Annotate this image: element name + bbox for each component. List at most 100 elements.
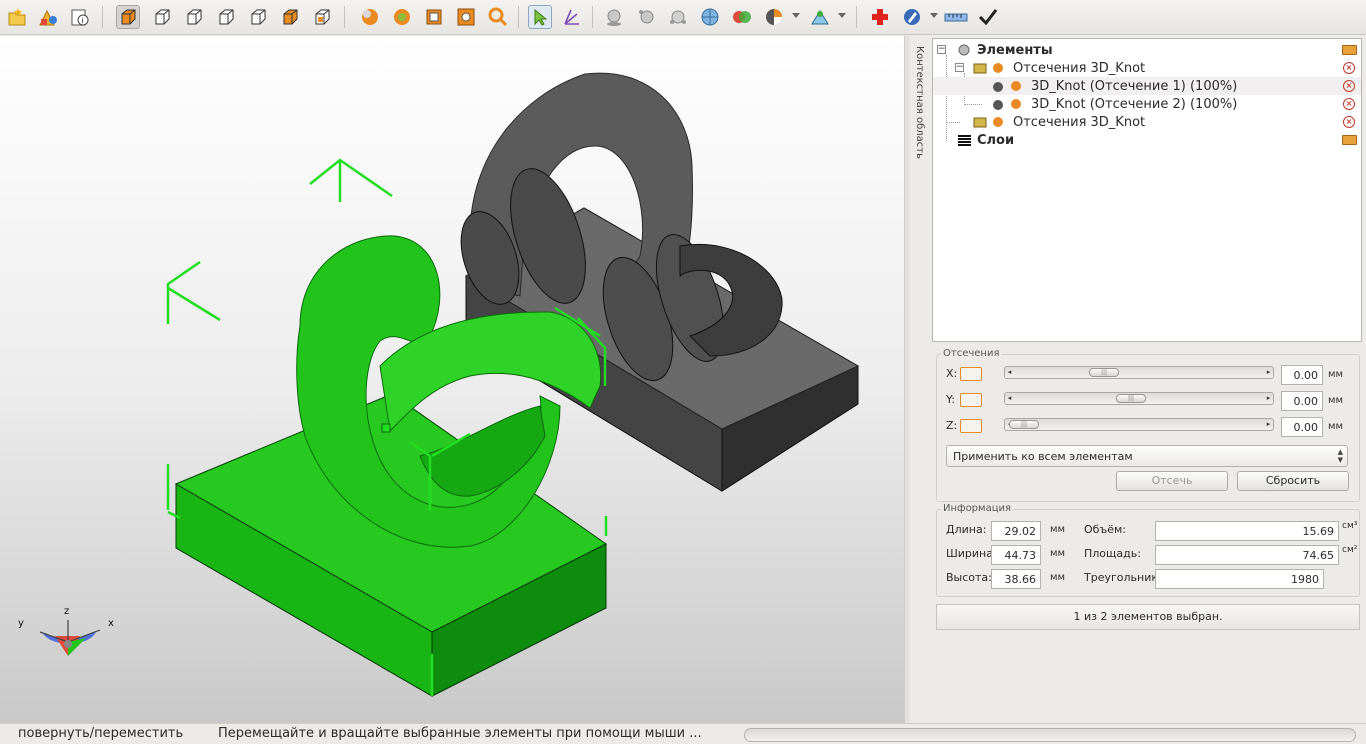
ruler-icon[interactable] xyxy=(944,5,968,29)
pivot-handle[interactable] xyxy=(381,423,391,433)
triangles-label: Треугольники xyxy=(1084,571,1166,584)
slider-left-arrow-icon[interactable]: ◂ xyxy=(1005,367,1014,378)
slider-right-arrow-icon[interactable]: ▸ xyxy=(1264,393,1273,404)
remove-icon[interactable]: × xyxy=(1343,98,1355,110)
group-folder-icon xyxy=(973,115,987,129)
zoom-icon[interactable] xyxy=(486,5,510,29)
smooth-view-icon[interactable] xyxy=(390,5,414,29)
slider-thumb[interactable]: ||| xyxy=(1116,394,1146,403)
elements-tree: − Элементы − Отсечения 3D_Knot × 3D_Knot… xyxy=(932,38,1362,342)
z-slider[interactable]: ◂ ||| ▸ xyxy=(1004,418,1274,431)
elements-icon xyxy=(957,43,971,57)
spheres-icon[interactable] xyxy=(730,5,754,29)
remove-icon[interactable]: × xyxy=(1343,80,1355,92)
right-panel: − Элементы − Отсечения 3D_Knot × 3D_Knot… xyxy=(930,36,1366,723)
light-3-icon[interactable] xyxy=(666,5,690,29)
y-slider[interactable]: ◂ ||| ▸ xyxy=(1004,392,1274,405)
axis-z-label: z xyxy=(64,606,69,617)
tree-item-knot-cut-1[interactable]: 3D_Knot (Отсечение 1) (100%) × xyxy=(933,77,1361,95)
object-info-icon[interactable]: i xyxy=(68,5,92,29)
volume-value: 15.69 xyxy=(1155,521,1339,541)
x-color-swatch[interactable] xyxy=(960,367,982,381)
cuts-group-title: Отсечения xyxy=(941,348,1002,359)
unit-label: мм xyxy=(1050,548,1066,559)
unit-label: мм xyxy=(1050,572,1066,583)
svg-text:i: i xyxy=(82,17,84,25)
remove-icon[interactable]: × xyxy=(1343,116,1355,128)
view-back-icon[interactable] xyxy=(278,5,302,29)
axis-y-label: y xyxy=(18,618,24,629)
slider-thumb[interactable]: ||| xyxy=(1089,368,1119,377)
apply-check-icon[interactable] xyxy=(976,5,1000,29)
y-value-field[interactable]: 0.00 xyxy=(1281,391,1323,411)
globe-icon[interactable] xyxy=(698,5,722,29)
object-icon xyxy=(991,79,1005,93)
light-1-icon[interactable] xyxy=(602,5,626,29)
tree-root-layers[interactable]: Слои xyxy=(933,131,1361,149)
unit-label: мм xyxy=(1328,395,1344,406)
axis-orientation-widget: z y x xyxy=(18,606,114,656)
perspective-icon[interactable] xyxy=(808,5,832,29)
select-tool-icon[interactable] xyxy=(528,5,552,29)
triangles-value: 1980 xyxy=(1155,569,1324,589)
tree-group-cuts-2[interactable]: Отсечения 3D_Knot × xyxy=(933,113,1361,131)
status-mode: повернуть/переместить xyxy=(18,726,184,741)
unit-label: мм xyxy=(1328,369,1344,380)
z-value-field[interactable]: 0.00 xyxy=(1281,417,1323,437)
y-color-swatch[interactable] xyxy=(960,393,982,407)
tree-root-elements[interactable]: − Элементы xyxy=(933,41,1361,59)
shaders-icon[interactable] xyxy=(762,5,786,29)
unit-label: мм xyxy=(1050,524,1066,535)
area-value: 74.65 xyxy=(1155,545,1339,565)
edit-icon[interactable] xyxy=(900,5,924,29)
folder-icon[interactable] xyxy=(1342,45,1357,55)
3d-viewport[interactable]: z y x xyxy=(0,36,904,723)
folder-icon[interactable] xyxy=(1342,135,1357,145)
view-iso-icon[interactable] xyxy=(116,5,140,29)
view-top-icon[interactable] xyxy=(214,5,238,29)
slider-thumb[interactable]: ||| xyxy=(1009,420,1039,429)
x-axis-label: X: xyxy=(946,367,958,380)
object-icon xyxy=(991,97,1005,111)
x-value-field[interactable]: 0.00 xyxy=(1281,365,1323,385)
slider-right-arrow-icon[interactable]: ▸ xyxy=(1264,367,1273,378)
slider-left-arrow-icon[interactable]: ◂ xyxy=(1005,393,1014,404)
area-unit: см² xyxy=(1342,545,1358,555)
x-slider[interactable]: ◂ ||| ▸ xyxy=(1004,366,1274,379)
reset-button[interactable]: Сбросить xyxy=(1237,471,1349,491)
add-icon[interactable] xyxy=(868,5,892,29)
volume-unit: см³ xyxy=(1342,521,1358,531)
wireframe-icon[interactable] xyxy=(422,5,446,29)
remove-icon[interactable]: × xyxy=(1343,62,1355,74)
z-axis-label: Z: xyxy=(946,419,958,432)
collapse-toggle[interactable]: − xyxy=(937,45,946,54)
view-bottom-icon[interactable] xyxy=(310,5,334,29)
box-view-icon[interactable] xyxy=(454,5,478,29)
volume-label: Объём: xyxy=(1084,523,1126,536)
status-bar: повернуть/переместить Перемещайте и вращ… xyxy=(0,723,1366,744)
view-front-icon[interactable] xyxy=(150,5,174,29)
view-right-icon[interactable] xyxy=(182,5,206,29)
axis-x-label: x xyxy=(108,618,114,629)
context-area-label: Контекстная область xyxy=(914,46,925,159)
info-group-title: Информация xyxy=(941,503,1014,514)
open-file-icon[interactable] xyxy=(5,5,29,29)
collapse-toggle[interactable]: − xyxy=(955,63,964,72)
shaded-view-icon[interactable] xyxy=(358,5,382,29)
tree-group-cuts-1[interactable]: − Отсечения 3D_Knot × xyxy=(933,59,1361,77)
z-color-swatch[interactable] xyxy=(960,419,982,433)
cut-icon xyxy=(991,115,1005,129)
view-left-icon[interactable] xyxy=(246,5,270,29)
tree-layers-label: Слои xyxy=(977,132,1015,148)
spin-arrows-icon: ▲ ▼ xyxy=(1337,448,1343,464)
apply-scope-select[interactable]: Применить ко всем элементам ▲ ▼ xyxy=(946,445,1348,467)
tree-item-label: 3D_Knot (Отсечение 1) (100%) xyxy=(1031,78,1238,94)
tree-item-knot-cut-2[interactable]: 3D_Knot (Отсечение 2) (100%) × xyxy=(933,95,1361,113)
add-object-icon[interactable] xyxy=(36,5,60,29)
unit-label: мм xyxy=(1328,421,1344,432)
rotate-move-icon[interactable] xyxy=(560,5,584,29)
cut-button[interactable]: Отсечь xyxy=(1116,471,1228,491)
light-2-icon[interactable] xyxy=(634,5,658,29)
slider-right-arrow-icon[interactable]: ▸ xyxy=(1264,419,1273,430)
context-area-tab[interactable]: Контекстная область xyxy=(910,36,930,723)
